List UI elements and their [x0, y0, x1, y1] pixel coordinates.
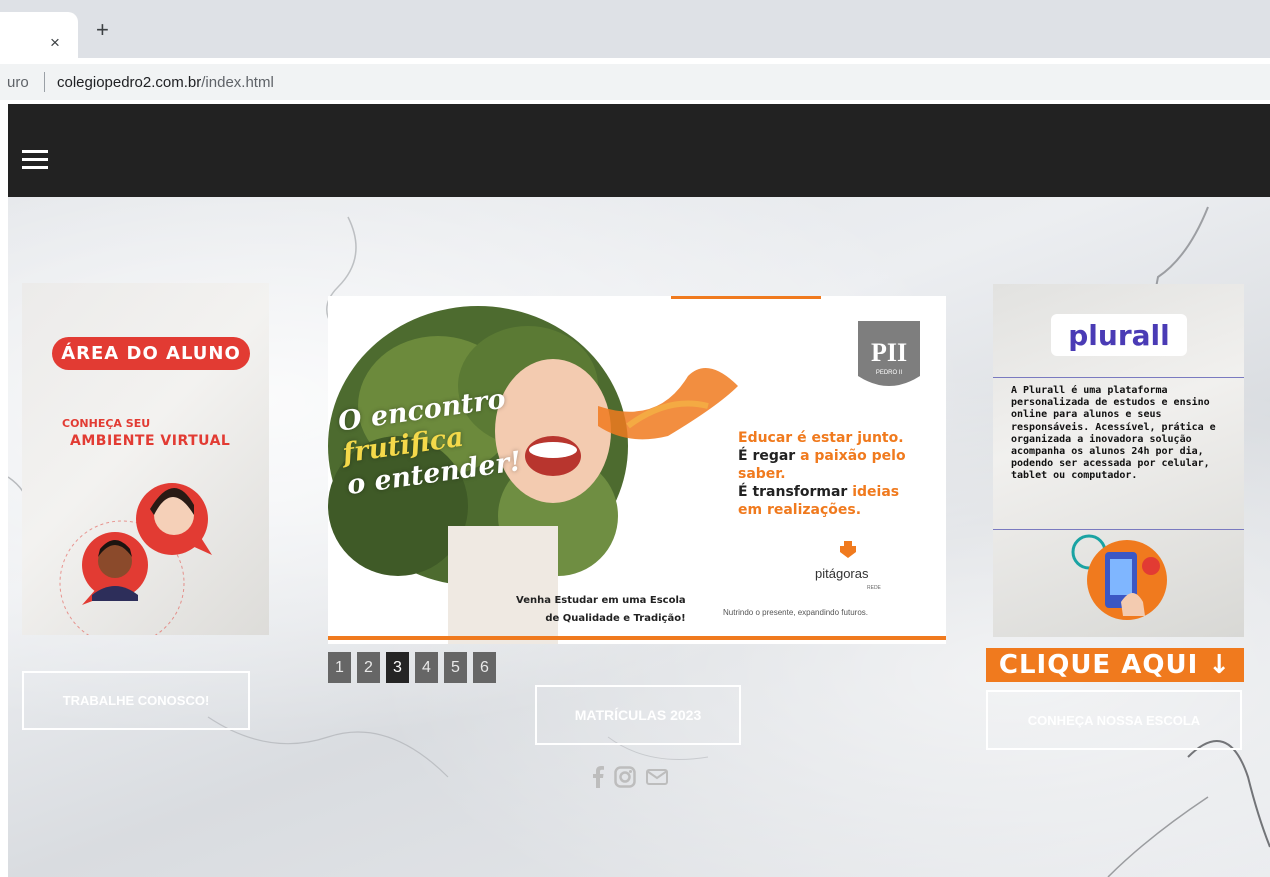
pitagoras-logo-text: pitágoras — [815, 566, 869, 581]
clique-aqui-button[interactable]: CLIQUE AQUI ↓ — [986, 648, 1244, 682]
browser-tab-strip: × + — [0, 0, 1270, 58]
address-separator — [44, 72, 45, 92]
url-domain: colegiopedro2.com.br — [57, 74, 202, 91]
slider-page-4[interactable]: 4 — [415, 652, 438, 683]
facebook-icon[interactable] — [592, 766, 604, 788]
plurall-illustration — [1071, 534, 1167, 620]
crest-text: PII — [871, 338, 907, 367]
pitagoras-rede-label: REDE — [867, 585, 881, 591]
slide-bottom-accent — [328, 636, 946, 640]
slide-top-accent — [671, 296, 821, 299]
address-url[interactable]: colegiopedro2.com.br/index.html — [57, 74, 274, 91]
address-bar: uro colegiopedro2.com.br/index.html — [0, 58, 1270, 104]
tagline-line-1: Educar é estar junto. — [738, 430, 904, 446]
chat-avatars-illustration — [59, 483, 212, 635]
tagline-line-3: É transformar ideias — [738, 484, 900, 500]
new-tab-icon[interactable]: + — [96, 19, 109, 41]
url-path: /index.html — [201, 74, 274, 91]
crest-label: PEDRO II — [876, 370, 903, 376]
site-navbar — [8, 104, 1270, 197]
conheca-nossa-escola-button[interactable]: CONHEÇA NOSSA ESCOLA — [986, 690, 1242, 750]
address-security-label[interactable]: uro — [7, 74, 29, 91]
matriculas-button[interactable]: MATRÍCULAS 2023 — [535, 685, 741, 745]
tagline-line-4: em realizações. — [738, 502, 862, 518]
close-tab-icon[interactable]: × — [50, 34, 60, 51]
social-links — [592, 766, 668, 788]
slide-venha-text: Venha Estudar em uma Escola de Qualidade… — [516, 595, 686, 624]
slider-pagination: 1 2 3 4 5 6 — [328, 652, 496, 683]
slider-page-3[interactable]: 3 — [386, 652, 409, 683]
area-do-aluno-card[interactable]: ÁREA DO ALUNO CONHEÇA SEU AMBIENTE VIRTU… — [22, 283, 269, 635]
mail-icon[interactable] — [646, 769, 668, 785]
hamburger-menu-icon[interactable] — [22, 150, 48, 170]
slider-page-6[interactable]: 6 — [473, 652, 496, 683]
slide-tagline: Educar é estar junto. É regar a paixão p… — [738, 429, 946, 519]
instagram-icon[interactable] — [614, 766, 636, 788]
slide-footer-text: Nutrindo o presente, expandindo futuros. — [723, 608, 868, 617]
slider-page-2[interactable]: 2 — [357, 652, 380, 683]
slider-page-1[interactable]: 1 — [328, 652, 351, 683]
banner-slider[interactable]: PII PEDRO II O encontro frutifica o ente… — [328, 296, 946, 644]
browser-tab[interactable]: × — [0, 12, 78, 58]
trabalhe-conosco-button[interactable]: TRABALHE CONOSCO! — [22, 671, 250, 730]
slider-page-5[interactable]: 5 — [444, 652, 467, 683]
plurall-card[interactable]: plurall A Plurall é uma plataforma perso… — [993, 284, 1244, 637]
tagline-line-2: É regar a paixão pelo saber. — [738, 448, 906, 482]
